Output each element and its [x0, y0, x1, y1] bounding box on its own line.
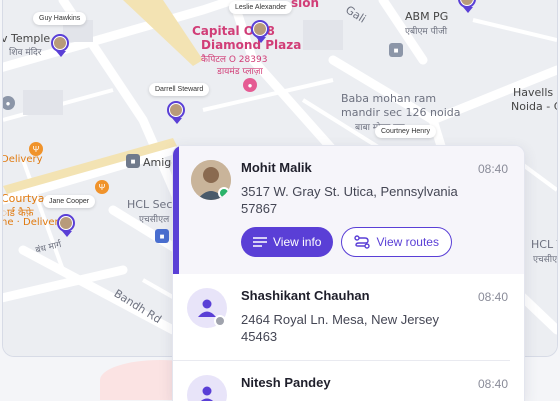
user-icon: [198, 299, 216, 317]
driver-pin[interactable]: [458, 0, 478, 14]
map-label-courtyard-delivery: ne · Delivery: [2, 217, 65, 228]
map-label-baba: Baba mohan ram: [341, 92, 437, 105]
list-icon: [253, 237, 267, 247]
bus-stop-icon[interactable]: ■: [155, 229, 169, 243]
driver-pin[interactable]: [57, 214, 77, 238]
view-info-label: View info: [273, 235, 322, 249]
avatar: [191, 160, 231, 200]
driver-address: 3517 W. Gray St. Utica, Pennsylvania 578…: [241, 184, 458, 216]
driver-name: Nitesh Pandey: [241, 375, 331, 390]
map-label-temple: v Temple: [2, 32, 51, 45]
driver-tag-courtney[interactable]: Courtney Henry: [375, 125, 437, 138]
driver-pin[interactable]: [51, 34, 71, 58]
poi-pin-icon[interactable]: ●: [243, 78, 257, 92]
driver-list-panel: Mohit Malik 08:40 3517 W. Gray St. Utica…: [172, 145, 525, 401]
map-label-hcl-right: HCL T: [531, 238, 557, 251]
building-icon[interactable]: ■: [389, 43, 403, 57]
route-icon: [354, 235, 371, 249]
map-label-baba2: mandir sec 126 noida: [341, 106, 461, 119]
driver-pin[interactable]: [167, 101, 187, 125]
view-routes-label: View routes: [376, 235, 439, 249]
driver-address: 2464 Royal Ln. Mesa, New Jersey 45463: [241, 312, 439, 344]
driver-time: 08:40: [477, 290, 508, 304]
map-label-courtyard: Courtyar: [2, 192, 49, 205]
map-label-diamond-hindi: डायमंड प्लाज़ा: [217, 67, 263, 77]
avatar: [187, 375, 227, 401]
driver-tag-guy[interactable]: Guy Hawkins: [33, 12, 87, 25]
restaurant-icon[interactable]: Ψ: [29, 142, 43, 156]
map-label-temple-hindi: शिव मंदिर: [9, 48, 42, 58]
map-label-havells2: Noida - C: [511, 100, 558, 113]
driver-pin[interactable]: [251, 20, 271, 44]
driver-card[interactable]: Shashikant Chauhan 08:40 2464 Royal Ln. …: [173, 274, 510, 361]
building-icon[interactable]: ■: [126, 154, 140, 168]
driver-name: Shashikant Chauhan: [241, 288, 370, 303]
view-routes-button[interactable]: View routes: [341, 227, 452, 257]
driver-tag-darrell[interactable]: Darrell Steward: [149, 83, 210, 96]
view-info-button[interactable]: View info: [241, 227, 334, 257]
online-status-dot: [218, 187, 230, 199]
driver-tag-jane[interactable]: Jane Cooper: [43, 195, 96, 208]
map-label-fusion: sion: [291, 0, 320, 10]
map-label-abm-hindi: एबीएम पीजी: [405, 27, 448, 37]
avatar: [187, 288, 227, 328]
offline-status-dot: [214, 315, 226, 327]
map-label-abm: ABM PG: [405, 10, 449, 23]
map-label-hcl-right-hindi: एचसीए: [533, 255, 558, 265]
driver-card[interactable]: Nitesh Pandey 08:40: [173, 361, 524, 401]
restaurant-icon[interactable]: Ψ: [95, 180, 109, 194]
driver-tag-leslie[interactable]: Leslie Alexander: [229, 1, 293, 14]
driver-time: 08:40: [477, 162, 508, 176]
map-label-hcl: HCL Sect: [127, 198, 177, 211]
user-icon: [201, 386, 213, 401]
driver-name: Mohit Malik: [241, 160, 312, 175]
driver-time: 08:40: [477, 377, 508, 391]
driver-card[interactable]: Mohit Malik 08:40 3517 W. Gray St. Utica…: [173, 146, 524, 274]
map-label-havells: Havells In: [513, 86, 557, 99]
